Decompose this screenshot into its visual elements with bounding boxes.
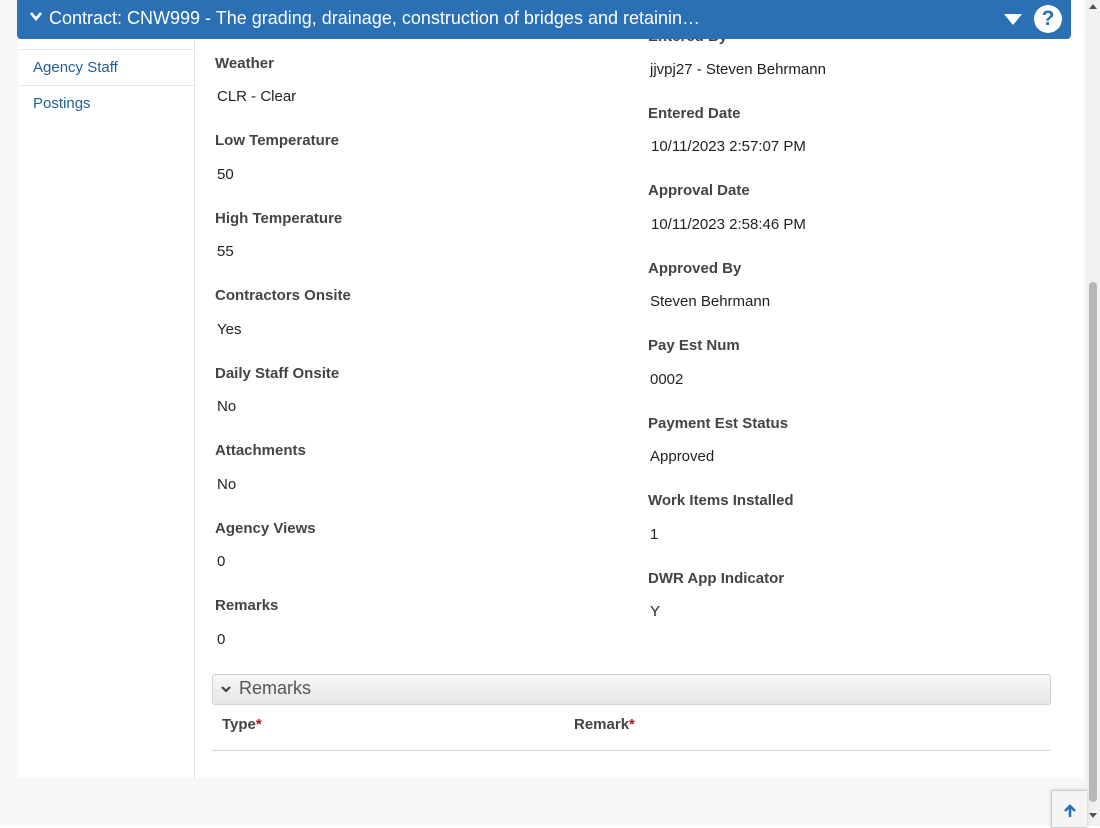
contract-title: Contract: CNW999 - The grading, drainage… <box>49 8 701 28</box>
field-label-remarks: Remarks <box>215 597 279 614</box>
table-divider <box>212 750 1051 751</box>
help-icon[interactable]: ? <box>1034 5 1062 33</box>
field-value-approved-by: Steven Behrmann <box>650 293 771 310</box>
field-value-contractors-onsite: Yes <box>217 321 242 338</box>
field-label-entered-date: Entered Date <box>648 105 741 122</box>
chevron-down-icon <box>221 686 231 693</box>
sidebar-nav: Agency Staff Postings <box>18 40 195 778</box>
field-value-weather: CLR - Clear <box>217 88 297 105</box>
field-label-work-items-installed: Work Items Installed <box>648 492 794 509</box>
field-label-payment-est-status: Payment Est Status <box>648 415 789 432</box>
field-value-pay-est-num: 0002 <box>650 371 684 388</box>
chevron-down-icon[interactable] <box>29 9 43 23</box>
column-header-remark[interactable]: Remark* <box>574 716 635 733</box>
scroll-up-arrow-icon[interactable] <box>1088 2 1098 12</box>
field-label-high-temperature: High Temperature <box>215 210 343 227</box>
field-value-entered-date: 10/11/2023 2:57:07 PM <box>651 138 806 155</box>
field-value-entered-by: jjvpj27 - Steven Behrmann <box>650 61 826 78</box>
field-value-attachments: No <box>217 476 237 493</box>
field-value-agency-views: 0 <box>217 553 226 570</box>
field-label-approval-date: Approval Date <box>648 182 750 199</box>
scrollbar-thumb[interactable] <box>1089 282 1097 802</box>
remarks-section-title: Remarks <box>239 678 312 698</box>
field-value-work-items-installed: 1 <box>650 526 659 543</box>
field-label-approved-by: Approved By <box>648 260 742 277</box>
required-indicator: * <box>255 716 262 733</box>
field-value-payment-est-status: Approved <box>650 448 715 465</box>
field-label-pay-est-num: Pay Est Num <box>648 337 740 354</box>
arrow-up-icon <box>1064 804 1076 817</box>
vertical-scrollbar[interactable] <box>1086 0 1100 826</box>
field-label-daily-staff-onsite: Daily Staff Onsite <box>215 365 340 382</box>
field-label-low-temperature: Low Temperature <box>215 132 339 149</box>
field-value-low-temperature: 50 <box>217 166 234 183</box>
scroll-down-arrow-icon[interactable] <box>1088 810 1098 820</box>
field-value-high-temperature: 55 <box>217 243 234 260</box>
field-label-weather: Weather <box>215 55 274 72</box>
field-label-contractors-onsite: Contractors Onsite <box>215 287 351 304</box>
main-content <box>195 40 1065 778</box>
field-label-attachments: Attachments <box>215 442 306 459</box>
field-label-dwr-app-indicator: DWR App Indicator <box>648 570 785 587</box>
field-label-agency-views: Agency Views <box>215 520 316 537</box>
sidebar-item-agency-staff[interactable]: Agency Staff <box>18 49 194 85</box>
field-value-daily-staff-onsite: No <box>217 398 237 415</box>
sidebar-item-postings[interactable]: Postings <box>18 85 194 121</box>
column-header-type[interactable]: Type* <box>222 716 262 733</box>
column-header-type-label: Type <box>222 716 256 733</box>
column-header-remark-label: Remark <box>574 716 630 733</box>
contract-header-bar[interactable]: Contract: CNW999 - The grading, drainage… <box>17 0 1071 39</box>
field-value-dwr-app-indicator: Y <box>650 603 661 620</box>
remarks-section-toggle[interactable]: Remarks <box>212 674 1051 705</box>
required-indicator: * <box>629 716 635 733</box>
field-value-remarks: 0 <box>217 631 226 648</box>
field-value-approval-date: 10/11/2023 2:58:46 PM <box>651 216 806 233</box>
back-to-top-button[interactable] <box>1051 790 1087 828</box>
caret-down-icon[interactable] <box>1002 10 1024 28</box>
